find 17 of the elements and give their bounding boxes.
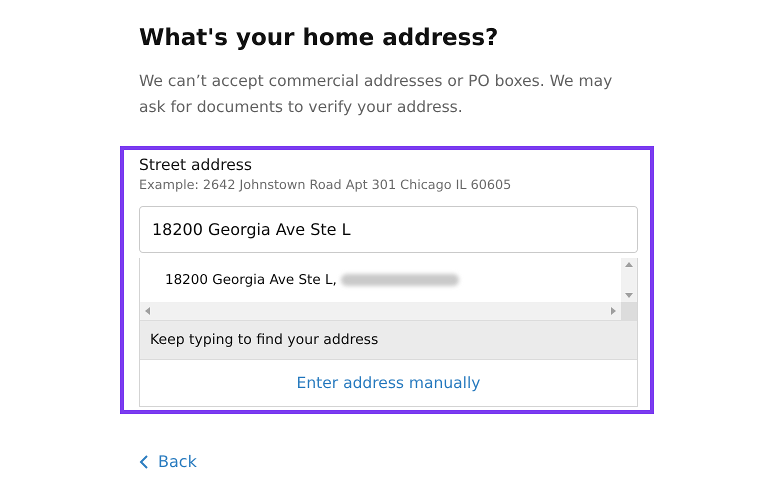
back-link[interactable]: Back [139, 452, 197, 471]
vertical-scrollbar[interactable] [621, 258, 637, 302]
field-label: Street address [139, 155, 252, 176]
back-label[interactable]: Back [158, 452, 197, 471]
status-message: Keep typing to find your address [140, 320, 637, 360]
scroll-right-icon[interactable] [611, 307, 617, 315]
intro-text: We can’t accept commercial addresses or PO boxes. We may ask for documents to verify your address. [139, 71, 614, 118]
scroll-up-icon[interactable] [625, 261, 633, 267]
scroll-left-icon[interactable] [144, 307, 150, 315]
address-input-field[interactable]: 18200 Georgia Ave Ste L [139, 206, 638, 253]
page-heading: What's your home address? [139, 24, 500, 53]
horizontal-scrollbar[interactable] [140, 302, 621, 320]
chevron-left-icon [139, 454, 148, 468]
enter-manually-link[interactable]: Enter address manually [140, 360, 637, 406]
suggestion-item[interactable]: 18200 Georgia Ave Ste L, [140, 258, 621, 302]
field-hint: Example: 2642 Johnstown Road Apt 301 Chicago IL 60605 [139, 177, 512, 195]
scroll-down-icon[interactable] [625, 293, 633, 299]
